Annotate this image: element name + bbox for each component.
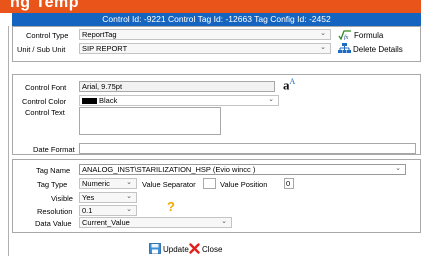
date-format-field[interactable]	[79, 143, 416, 154]
chevron-down-icon: ⌄	[221, 218, 227, 225]
control-font-value: Arial, 9.75pt	[82, 82, 123, 91]
close-icon	[189, 243, 200, 256]
formula-button[interactable]: fx Formula	[338, 29, 383, 42]
chevron-down-icon: ⌄	[126, 193, 132, 200]
visible-label: Visible	[51, 194, 73, 203]
tag-name-value: ANALOG_INST\STARILIZATION_HSP (Evio winc…	[82, 165, 256, 174]
control-color-label: Control Color	[22, 97, 67, 106]
unit-label: Unit / Sub Unit	[17, 45, 66, 54]
value-position-value: 0	[286, 179, 291, 188]
color-swatch	[82, 98, 97, 104]
delete-details-label: Delete Details	[353, 45, 403, 54]
resolution-select[interactable]: 0.1 ⌄	[79, 205, 137, 216]
font-picker-icon[interactable]: aA	[283, 77, 295, 93]
control-type-select[interactable]: ReportTag ⌄	[79, 29, 331, 40]
tag-type-select[interactable]: Numeric ⌄	[79, 178, 137, 189]
chevron-down-icon: ⌄	[320, 30, 326, 37]
tag-name-label: Tag Name	[36, 166, 71, 175]
close-button[interactable]: Close	[189, 243, 222, 256]
tag-type-label: Tag Type	[37, 180, 68, 189]
control-text-area[interactable]	[79, 107, 221, 135]
chevron-down-icon: ⌄	[395, 165, 401, 172]
formula-icon: fx	[338, 29, 352, 42]
app-header: ng Temp	[0, 0, 421, 13]
value-position-label: Value Position	[220, 180, 268, 189]
tag-name-select[interactable]: ANALOG_INST\STARILIZATION_HSP (Evio winc…	[79, 164, 406, 175]
control-type-label: Control Type	[26, 31, 69, 40]
formula-label: Formula	[354, 31, 384, 40]
chevron-down-icon: ⌄	[126, 206, 132, 213]
save-icon	[149, 243, 161, 256]
control-font-field[interactable]: Arial, 9.75pt	[79, 81, 275, 92]
chevron-down-icon: ⌄	[126, 179, 132, 186]
control-color-select[interactable]: Black ⌄	[79, 95, 279, 106]
chevron-down-icon: ⌄	[320, 44, 326, 51]
control-type-value: ReportTag	[82, 30, 117, 39]
unit-value: SIP REPORT	[82, 44, 128, 53]
tag-type-value: Numeric	[82, 179, 110, 188]
resolution-value: 0.1	[82, 206, 93, 215]
resolution-label: Resolution	[37, 207, 73, 216]
update-button[interactable]: Update	[149, 243, 189, 256]
app-brand: ng Temp	[10, 0, 79, 11]
update-label: Update	[163, 245, 189, 254]
visible-value: Yes	[82, 193, 95, 202]
control-color-value: Black	[99, 96, 118, 105]
value-separator-field[interactable]	[203, 178, 216, 189]
data-value-label: Data Value	[35, 219, 72, 228]
visible-select[interactable]: Yes ⌄	[79, 192, 137, 203]
control-font-label: Control Font	[25, 83, 67, 92]
date-format-label: Date Format	[33, 145, 75, 154]
data-value-select[interactable]: Current_Value ⌄	[79, 217, 232, 228]
help-question-icon[interactable]: ?	[167, 199, 175, 214]
chevron-down-icon: ⌄	[268, 96, 274, 103]
dialog-title: Control Id: -9221 Control Tag Id: -12663…	[12, 13, 421, 26]
value-position-field[interactable]: 0	[284, 178, 294, 189]
value-separator-label: Value Separator	[142, 180, 196, 189]
data-value-value: Current_Value	[82, 218, 130, 227]
svg-text:fx: fx	[344, 34, 349, 40]
hierarchy-icon	[338, 43, 351, 56]
close-label: Close	[202, 245, 223, 254]
control-text-label: Control Text	[25, 108, 65, 117]
unit-select[interactable]: SIP REPORT ⌄	[79, 43, 331, 54]
delete-details-button[interactable]: Delete Details	[338, 43, 403, 56]
